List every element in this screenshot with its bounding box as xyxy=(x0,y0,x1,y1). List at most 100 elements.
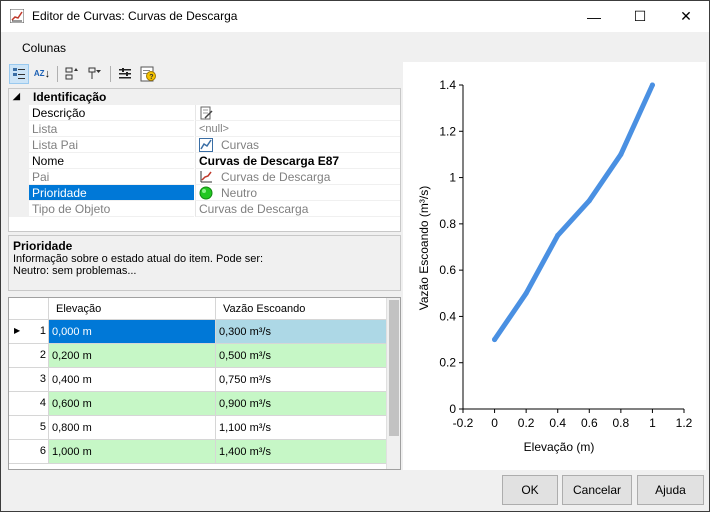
help-icon[interactable]: ? xyxy=(138,64,158,84)
maximize-button[interactable]: ☐ xyxy=(617,1,663,32)
property-row-nome[interactable]: Nome Curvas de Descarga E87 xyxy=(9,153,400,169)
property-row-tipo-de-objeto[interactable]: Tipo de Objeto Curvas de Descarga xyxy=(9,201,400,217)
table-row[interactable]: 5 0,800 m 1,100 m³/s xyxy=(9,416,387,440)
y-tick-label: 0.8 xyxy=(439,217,456,231)
y-tick-label: 1 xyxy=(449,171,456,185)
property-row-lista[interactable]: Lista <null> xyxy=(9,121,400,137)
chart-panel: -0.2 0 0.2 0.4 0.6 0.8 1 1.2 0 0.2 0.4 0.6 0.8 1 1.2 1.… xyxy=(403,62,706,470)
discharge-curve-line xyxy=(492,82,655,343)
menu-colunas[interactable]: Colunas xyxy=(22,41,66,55)
help-title: Prioridade xyxy=(13,239,73,253)
property-row-pai[interactable]: Pai Curvas de Descarga xyxy=(9,169,400,185)
menu-bar: Colunas xyxy=(1,32,709,60)
x-tick-label: 0.4 xyxy=(549,416,566,430)
cell-elevacao[interactable]: 0,600 m xyxy=(49,392,216,416)
row-gutter xyxy=(9,137,29,153)
property-name: Descrição xyxy=(29,105,194,121)
cell-elevacao[interactable]: 0,800 m xyxy=(49,416,216,440)
help-button[interactable]: Ajuda xyxy=(637,475,704,505)
property-grid: ◢ Identificação Descrição Lista <null> L… xyxy=(8,88,401,232)
data-point xyxy=(586,198,592,204)
cell-vazao[interactable]: 0,500 m³/s xyxy=(216,344,387,368)
property-help-box: Prioridade Informação sobre o estado atu… xyxy=(8,235,401,291)
help-text-line2: Neutro: sem problemas... xyxy=(13,265,137,277)
row-number: 4 xyxy=(39,397,46,409)
cell-vazao[interactable]: 0,900 m³/s xyxy=(216,392,387,416)
cell-vazao[interactable]: 1,100 m³/s xyxy=(216,416,387,440)
column-header-elevacao[interactable]: Elevação xyxy=(49,298,216,320)
property-row-prioridade[interactable]: Prioridade Neutro xyxy=(9,185,400,201)
x-tick-label: 0.8 xyxy=(613,416,630,430)
data-point xyxy=(649,82,655,88)
property-name: Nome xyxy=(29,153,194,169)
collapse-caret-icon[interactable]: ◢ xyxy=(13,91,20,102)
column-header-vazao[interactable]: Vazão Escoando xyxy=(216,298,387,320)
y-tick-label: 0.6 xyxy=(439,263,456,277)
property-value: Curvas xyxy=(195,137,400,153)
property-value[interactable] xyxy=(195,105,400,121)
sort-alpha-icon[interactable]: AZ ↓ xyxy=(32,64,52,84)
row-header[interactable]: 5 xyxy=(9,416,49,440)
grid-header: Elevação Vazão Escoando xyxy=(9,298,400,320)
grid-corner xyxy=(9,298,49,320)
y-axis-label: Vazão Escoando (m³/s) xyxy=(417,186,431,311)
x-tick-label: -0.2 xyxy=(453,416,474,430)
cell-elevacao[interactable]: 0,000 m xyxy=(49,320,216,344)
chart-series xyxy=(492,82,655,343)
row-header[interactable]: 6 xyxy=(9,440,49,464)
edit-note-icon[interactable] xyxy=(199,106,213,120)
property-name: Prioridade xyxy=(29,185,194,201)
row-header[interactable]: ▶ 1 xyxy=(9,320,49,344)
row-number: 2 xyxy=(39,349,46,361)
scrollbar-thumb[interactable] xyxy=(389,300,399,436)
row-header[interactable]: 4 xyxy=(9,392,49,416)
window-title: Editor de Curvas: Curvas de Descarga xyxy=(32,9,238,23)
row-number: 5 xyxy=(39,421,46,433)
row-gutter xyxy=(9,153,29,169)
table-row[interactable]: ▶ 1 0,000 m 0,300 m³/s xyxy=(9,320,387,344)
y-tick-label: 1.4 xyxy=(439,78,456,92)
row-gutter xyxy=(9,185,29,201)
svg-text:?: ? xyxy=(149,74,153,81)
property-value-text: Curvas xyxy=(221,138,260,152)
x-tick-label: 0 xyxy=(491,416,498,430)
row-header[interactable]: 2 xyxy=(9,344,49,368)
cell-vazao[interactable]: 0,750 m³/s xyxy=(216,368,387,392)
cell-vazao[interactable]: 0,300 m³/s xyxy=(216,320,387,344)
cancel-button[interactable]: Cancelar xyxy=(562,475,632,505)
data-point xyxy=(555,232,561,238)
minimize-button[interactable]: — xyxy=(571,1,617,32)
property-row-lista-pai[interactable]: Lista Pai Curvas xyxy=(9,137,400,153)
cell-elevacao[interactable]: 0,400 m xyxy=(49,368,216,392)
table-row[interactable]: 6 1,000 m 1,400 m³/s xyxy=(9,440,387,464)
table-row[interactable]: 3 0,400 m 0,750 m³/s xyxy=(9,368,387,392)
property-row-descricao[interactable]: Descrição xyxy=(9,105,400,121)
property-value[interactable]: Neutro xyxy=(195,185,400,201)
row-gutter xyxy=(9,201,29,217)
cell-elevacao[interactable]: 0,200 m xyxy=(49,344,216,368)
category-identificacao[interactable]: ◢ Identificação xyxy=(9,89,400,105)
ok-button[interactable]: OK xyxy=(502,475,558,505)
row-number: 6 xyxy=(39,445,46,457)
title-bar: Editor de Curvas: Curvas de Descarga — ☐… xyxy=(1,1,709,32)
properties-icon[interactable] xyxy=(115,64,135,84)
filter-icon[interactable] xyxy=(85,64,105,84)
table-row[interactable]: 4 0,600 m 0,900 m³/s xyxy=(9,392,387,416)
expand-icon[interactable] xyxy=(62,64,82,84)
category-label: Identificação xyxy=(33,90,107,104)
property-value-text: Neutro xyxy=(221,186,258,200)
row-number: 1 xyxy=(39,325,46,337)
cell-elevacao[interactable]: 1,000 m xyxy=(49,440,216,464)
row-header[interactable]: 3 xyxy=(9,368,49,392)
property-value-text: Curvas de Descarga xyxy=(221,170,331,184)
property-name: Pai xyxy=(29,169,194,185)
close-button[interactable]: ✕ xyxy=(663,1,709,32)
table-row[interactable]: 2 0,200 m 0,500 m³/s xyxy=(9,344,387,368)
cell-vazao[interactable]: 1,400 m³/s xyxy=(216,440,387,464)
property-value[interactable]: Curvas de Descarga E87 xyxy=(195,153,400,169)
grid-vertical-scrollbar[interactable] xyxy=(386,298,400,469)
property-name: Tipo de Objeto xyxy=(29,201,194,217)
categorized-icon[interactable] xyxy=(9,64,29,84)
data-point xyxy=(492,337,498,343)
y-tick-label: 0.2 xyxy=(439,356,456,370)
